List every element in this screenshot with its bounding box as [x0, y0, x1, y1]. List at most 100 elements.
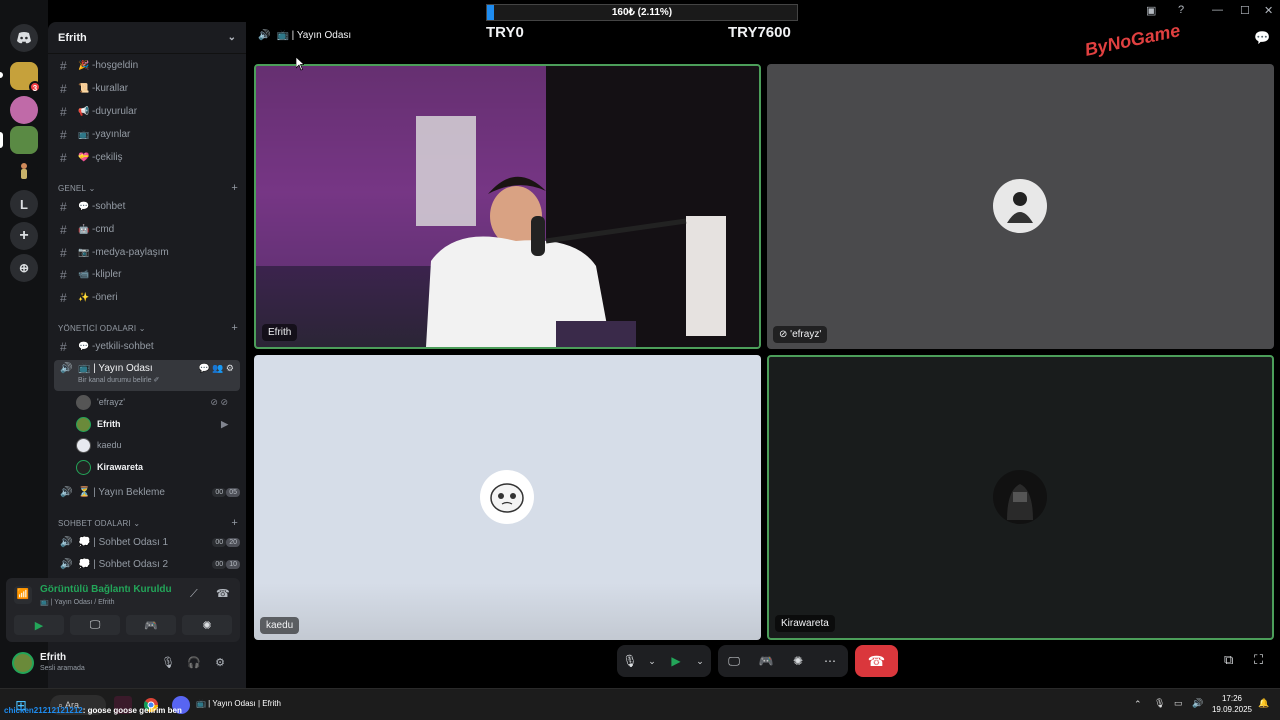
- video-tile-kirawareta[interactable]: Kirawareta: [767, 355, 1274, 640]
- chevron-down-icon[interactable]: ⌄: [691, 645, 709, 677]
- gamepad-icon: 🎮: [144, 619, 158, 632]
- video-icon: ▶: [34, 619, 44, 632]
- chat-icon[interactable]: 💬: [1254, 30, 1270, 46]
- minimize-icon[interactable]: —: [1212, 4, 1223, 16]
- gear-icon[interactable]: ⚙: [212, 656, 228, 672]
- discord-home-icon[interactable]: [10, 24, 38, 52]
- add-channel-icon[interactable]: +: [231, 182, 238, 194]
- disconnect-button[interactable]: ☎: [855, 645, 898, 677]
- donation-min: TRY0: [486, 24, 524, 41]
- channel-label: -yetkili-sohbet: [92, 341, 154, 352]
- chat-icon[interactable]: 💬: [198, 363, 209, 373]
- avatar[interactable]: [12, 652, 34, 674]
- channel-status-hint[interactable]: Bir kanal durumu belirle ✐: [78, 376, 159, 384]
- camera-icon: ▶: [221, 418, 228, 429]
- server-badge: 3: [29, 81, 41, 93]
- microphone-icon[interactable]: 🎙: [1154, 698, 1165, 709]
- server-header[interactable]: Efrith ⌄: [48, 22, 246, 54]
- user-count: 00 20: [212, 538, 240, 547]
- channel-label: -medya-paylaşım: [92, 247, 169, 258]
- voice-channel-bekleme[interactable]: 🔊 ⏳ | Yayın Bekleme 00 05: [54, 482, 240, 503]
- add-channel-icon[interactable]: +: [231, 517, 238, 529]
- help-icon[interactable]: ?: [1178, 4, 1184, 16]
- soundboard-icon[interactable]: ✺: [782, 645, 814, 677]
- channel-actions[interactable]: 💬 👥 ⚙: [198, 363, 234, 374]
- channel-hosgeldin[interactable]: # 🎉 -hoşgeldin: [54, 55, 240, 76]
- disconnect-icon[interactable]: ☎: [216, 587, 230, 600]
- hash-icon: #: [60, 104, 67, 119]
- microphone-icon[interactable]: 🎙: [617, 645, 643, 677]
- volume-icon[interactable]: 🔊: [1192, 698, 1203, 709]
- voice-channel-sohbet-2[interactable]: 🔊 💭 | Sohbet Odası 2 00 10: [54, 554, 240, 575]
- notification-icon[interactable]: 🔔: [1258, 698, 1269, 709]
- close-icon[interactable]: ✕: [1264, 4, 1273, 17]
- server-icon-efrith[interactable]: [10, 126, 38, 154]
- chevron-down-icon[interactable]: ⌄: [643, 645, 661, 677]
- video-tile-efrith[interactable]: Efrith: [254, 64, 761, 349]
- screen-share-icon[interactable]: 🖵: [718, 645, 750, 677]
- channel-duyurular[interactable]: # 📢 -duyurular: [54, 101, 240, 122]
- channel-emoji: 💝: [78, 152, 90, 162]
- fullscreen-icon[interactable]: ⛶: [1254, 652, 1263, 668]
- chevron-up-icon[interactable]: ⌃: [1134, 699, 1142, 710]
- server-icon-2[interactable]: [10, 96, 38, 124]
- voice-user[interactable]: Kirawareta: [76, 457, 236, 477]
- screen-share-button[interactable]: 🖵: [70, 615, 120, 635]
- server-icon-4[interactable]: [10, 158, 38, 186]
- signal-icon[interactable]: 📶: [14, 586, 32, 604]
- avatar: [480, 470, 534, 524]
- count-current: 00: [212, 560, 227, 569]
- maximize-icon[interactable]: ☐: [1240, 4, 1250, 17]
- more-icon[interactable]: ⋯: [814, 645, 846, 677]
- channel-klipler[interactable]: # 📹 -klipler: [54, 264, 240, 285]
- voice-user[interactable]: kaedu: [76, 435, 236, 455]
- channel-yetkili-sohbet[interactable]: # 💬 -yetkili-sohbet: [54, 336, 240, 357]
- channel-sohbet[interactable]: # 💬 -sohbet: [54, 196, 240, 217]
- connection-channel[interactable]: 📺 | Yayın Odası / Efrith: [40, 598, 114, 606]
- noise-suppression-icon[interactable]: ⟋: [190, 588, 198, 601]
- activity-button[interactable]: 🎮: [126, 615, 176, 635]
- channel-medya[interactable]: # 📷 -medya-paylaşım: [54, 242, 240, 263]
- voice-channel-sohbet-1[interactable]: 🔊 💭 | Sohbet Odası 1 00 20: [54, 532, 240, 553]
- category-label: YÖNETİCİ ODALARI: [58, 323, 137, 333]
- category-genel[interactable]: GENEL ⌄ +: [58, 181, 238, 195]
- video-tile-kaedu[interactable]: kaedu: [254, 355, 761, 640]
- channel-oneri[interactable]: # ✨ -öneri: [54, 287, 240, 308]
- taskbar-clock[interactable]: 17:26 19.09.2025: [1208, 693, 1256, 715]
- popout-icon[interactable]: ⧉: [1224, 652, 1233, 668]
- microphone-icon[interactable]: 🎙: [160, 656, 176, 672]
- channel-emoji: 💬: [78, 201, 90, 211]
- avatar: [993, 179, 1047, 233]
- gamepad-icon[interactable]: 🎮: [750, 645, 782, 677]
- add-member-icon[interactable]: 👥: [212, 363, 223, 373]
- count-current: 00: [212, 538, 227, 547]
- channel-cekilis[interactable]: # 💝 -çekiliş: [54, 147, 240, 168]
- discover-icon[interactable]: ⊕: [10, 254, 38, 282]
- server-icon-1[interactable]: 3: [10, 62, 41, 93]
- channel-label: -duyurular: [92, 106, 138, 117]
- channel-yayinlar[interactable]: # 📺 -yayınlar: [54, 124, 240, 145]
- category-sohbet[interactable]: SOHBET ODALARI ⌄ +: [58, 516, 238, 530]
- category-yonetici[interactable]: YÖNETİCİ ODALARI ⌄ +: [58, 321, 238, 335]
- add-server-icon[interactable]: +: [10, 222, 38, 250]
- hash-icon: #: [60, 339, 67, 354]
- channel-emoji: 📷: [78, 247, 90, 257]
- add-channel-icon[interactable]: +: [231, 322, 238, 334]
- video-tile-efrayz[interactable]: ⊘ 'efrayz': [767, 64, 1274, 349]
- soundboard-button[interactable]: ✺: [182, 615, 232, 635]
- inbox-icon[interactable]: ▣: [1146, 4, 1156, 17]
- gear-icon[interactable]: ⚙: [226, 363, 234, 373]
- taskbar-window-title[interactable]: 📺 | Yayın Odası | Efrith: [196, 699, 281, 708]
- headphones-icon[interactable]: 🎧: [186, 656, 202, 672]
- camera-button[interactable]: ▶: [14, 615, 64, 635]
- channel-kurallar[interactable]: # 📜 -kurallar: [54, 78, 240, 99]
- channel-cmd[interactable]: # 🤖 -cmd: [54, 219, 240, 240]
- server-name: Efrith: [58, 31, 87, 44]
- server-icon-letter[interactable]: L: [10, 190, 38, 218]
- voice-user[interactable]: Efrith ▶: [76, 414, 236, 434]
- tile-label: kaedu: [260, 617, 300, 634]
- camera-icon[interactable]: ▶: [661, 645, 691, 677]
- voice-channel-yayin-odasi[interactable]: 🔊 📺 | Yayın Odası Bir kanal durumu belir…: [54, 360, 240, 391]
- network-icon[interactable]: ▭: [1174, 698, 1183, 709]
- voice-user[interactable]: 'efrayz' ⊘ ⊘: [76, 392, 236, 412]
